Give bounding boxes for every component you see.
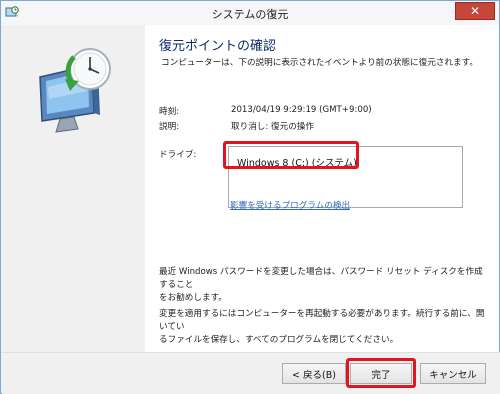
restore-confirmation-panel: 復元ポイントの確認 コンピューターは、下の説明に表示されたイベントより前の状態に… — [145, 25, 499, 352]
drives-label: ドライブ: — [159, 150, 197, 160]
page-title: 復元ポイントの確認 — [159, 39, 277, 54]
restart-note: 変更を適用するにはコンピューターを再起動する必要があります。続行する前に、開いて… — [159, 308, 489, 347]
affected-programs-link[interactable]: 影響を受けるプログラムの検出 — [230, 199, 350, 211]
close-button[interactable]: ✕ — [455, 2, 495, 20]
description-label: 説明: — [159, 122, 180, 132]
restart-note-line-1: 変更を適用するにはコンピューターを再起動する必要があります。続行する前に、開いて… — [159, 309, 485, 332]
intro-text: コンピューターは、下の説明に表示されたイベントより前の状態に復元されます。 — [161, 58, 478, 68]
computer-restore-clock-icon — [22, 47, 126, 139]
description-value: 取り消し: 復元の操作 — [231, 122, 314, 132]
close-icon: ✕ — [469, 4, 481, 18]
button-bar: < 戻る(B) 完了 キャンセル — [2, 352, 500, 394]
restart-note-line-2: るファイルを保存し、すべてのプログラムを閉じてください。 — [159, 335, 399, 345]
finish-highlight-frame — [346, 358, 416, 388]
window-title: システムの復元 — [211, 8, 289, 21]
drive-highlight-frame — [223, 141, 359, 169]
left-panel — [2, 25, 145, 352]
password-note-line-2: をお勧めします。 — [159, 293, 227, 303]
back-button[interactable]: < 戻る(B) — [282, 363, 346, 384]
password-note: 最近 Windows パスワードを変更した場合は、パスワード リセット ディスク… — [159, 266, 489, 305]
cancel-button[interactable]: キャンセル — [420, 363, 486, 384]
time-label: 時刻: — [159, 107, 180, 117]
password-note-line-1: 最近 Windows パスワードを変更した場合は、パスワード リセット ディスク… — [159, 267, 483, 290]
time-value: 2013/04/19 9:29:19 (GMT+9:00) — [231, 105, 372, 115]
title-bar[interactable]: システムの復元 ✕ — [1, 1, 499, 25]
system-restore-window: システムの復元 ✕ 復元ポイントの確認 コンピューターは、下の説明に表示されたイ… — [0, 0, 500, 394]
